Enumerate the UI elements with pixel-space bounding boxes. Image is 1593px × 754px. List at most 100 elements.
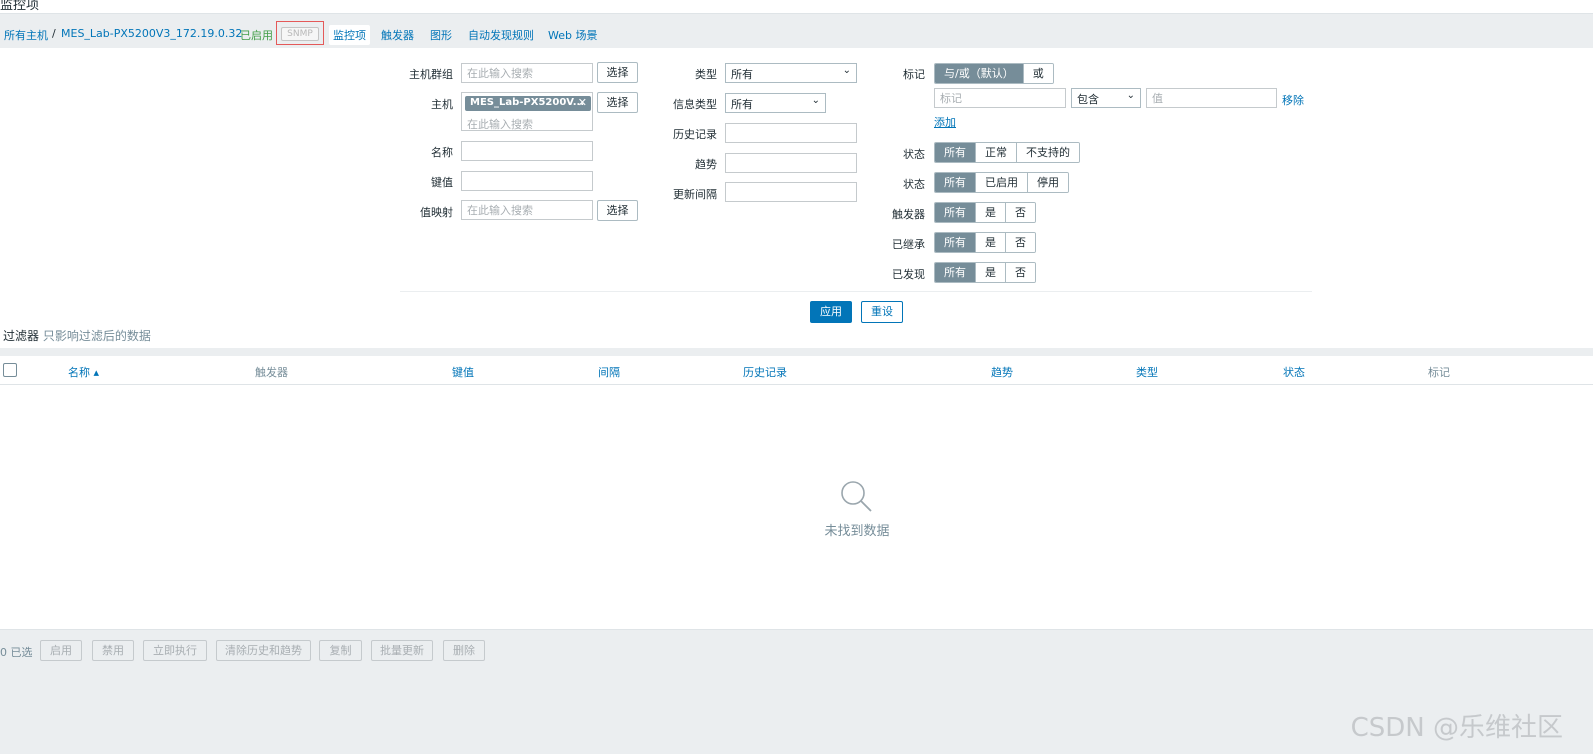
inherited-label: 已继承 (892, 238, 925, 251)
column-header-triggers: 触发器 (255, 366, 288, 379)
tag-operator-select[interactable]: 包含 ⌄ (1071, 88, 1141, 108)
breadcrumb-separator: / (52, 27, 56, 40)
discovered-toggle: 所有 是 否 (934, 262, 1036, 283)
table-header: 名称 ▴ 触发器 键值 间隔 历史记录 趋势 类型 状态 标记 (0, 356, 1593, 385)
selected-count: 0 已选 (0, 646, 33, 659)
chevron-down-icon: ⌄ (842, 65, 851, 76)
mass-update-button[interactable]: 批量更新 (371, 640, 433, 661)
trends-label: 趋势 (695, 158, 717, 171)
tags-label: 标记 (903, 68, 925, 81)
discovered-option-all[interactable]: 所有 (935, 263, 975, 282)
column-header-trends[interactable]: 趋势 (991, 364, 1013, 380)
nav-web-tab[interactable]: Web 场景 (548, 27, 597, 43)
nav-all-hosts-link[interactable]: 所有主机 (4, 27, 48, 43)
host-group-input[interactable] (461, 63, 593, 83)
host-chip: MES_Lab-PX5200V... ✕ (465, 96, 591, 111)
type-label: 类型 (695, 68, 717, 81)
status-option-disabled[interactable]: 停用 (1027, 173, 1068, 192)
column-header-key[interactable]: 键值 (452, 364, 474, 380)
host-search-placeholder[interactable]: 在此输入搜索 (467, 116, 533, 132)
state-label: 状态 (903, 148, 925, 161)
tag-remove-link[interactable]: 移除 (1282, 92, 1304, 108)
triggers-option-no[interactable]: 否 (1005, 203, 1035, 222)
host-group-select-button[interactable]: 选择 (597, 62, 638, 83)
watermark: CSDN @乐维社区 (1350, 713, 1563, 743)
valuemap-select-button[interactable]: 选择 (597, 200, 638, 221)
inherited-option-no[interactable]: 否 (1005, 233, 1035, 252)
name-label: 名称 (431, 146, 453, 159)
snmp-availability-badge: SNMP (281, 27, 319, 41)
info-type-select-value: 所有 (731, 98, 753, 111)
tags-or-option[interactable]: 或 (1022, 64, 1053, 83)
triggers-toggle: 所有 是 否 (934, 202, 1036, 223)
tags-mode-toggle: 与/或（默认） 或 (934, 63, 1054, 84)
key-input[interactable] (461, 171, 593, 191)
host-group-label: 主机群组 (409, 68, 453, 81)
chip-remove-icon[interactable]: ✕ (578, 96, 587, 109)
nav-graphs-tab[interactable]: 图形 (430, 27, 452, 43)
state-option-all[interactable]: 所有 (935, 143, 975, 162)
triggers-option-all[interactable]: 所有 (935, 203, 975, 222)
table-top-strip (0, 348, 1593, 356)
filter-subtitle: 只影响过滤后的数据 (42, 329, 151, 343)
tag-add-link[interactable]: 添加 (934, 114, 956, 130)
filter-divider (400, 291, 1312, 292)
nav-items-tab[interactable]: 监控项 (329, 25, 370, 45)
nav-host-link[interactable]: MES_Lab-PX5200V3_172.19.0.32 (61, 27, 242, 40)
state-option-unsupported[interactable]: 不支持的 (1016, 143, 1079, 162)
valuemap-input[interactable] (461, 200, 593, 220)
valuemap-label: 值映射 (420, 206, 453, 219)
inherited-toggle: 所有 是 否 (934, 232, 1036, 253)
interval-input[interactable] (725, 182, 857, 202)
clear-history-button[interactable]: 清除历史和趋势 (216, 640, 311, 661)
chevron-down-icon: ⌄ (1126, 90, 1135, 101)
status-option-all[interactable]: 所有 (935, 173, 975, 192)
host-navigation-bar: 所有主机 / MES_Lab-PX5200V3_172.19.0.32 已启用 … (0, 13, 1593, 48)
delete-button[interactable]: 删除 (443, 640, 485, 661)
column-header-type[interactable]: 类型 (1136, 364, 1158, 380)
discovered-label: 已发现 (892, 268, 925, 281)
history-input[interactable] (725, 123, 857, 143)
host-status-enabled[interactable]: 已启用 (240, 27, 273, 43)
column-header-interval[interactable]: 间隔 (598, 364, 620, 380)
discovered-option-no[interactable]: 否 (1005, 263, 1035, 282)
type-select[interactable]: 所有 ⌄ (725, 63, 857, 83)
tag-name-input[interactable] (934, 88, 1066, 108)
column-header-name[interactable]: 名称 ▴ (68, 364, 99, 380)
select-all-checkbox[interactable] (3, 363, 17, 377)
reset-button[interactable]: 重设 (861, 301, 903, 323)
host-multiselect[interactable]: MES_Lab-PX5200V... ✕ 在此输入搜索 (461, 92, 593, 131)
trends-input[interactable] (725, 153, 857, 173)
discovered-option-yes[interactable]: 是 (975, 263, 1005, 282)
nav-discovery-tab[interactable]: 自动发现规则 (468, 27, 534, 43)
history-label: 历史记录 (673, 128, 717, 141)
triggers-filter-label: 触发器 (892, 208, 925, 221)
triggers-option-yes[interactable]: 是 (975, 203, 1005, 222)
execute-now-button[interactable]: 立即执行 (143, 640, 207, 661)
page-title-strip: 监控项 (0, 0, 1593, 13)
host-select-button[interactable]: 选择 (597, 92, 638, 113)
chevron-down-icon: ⌄ (811, 95, 820, 106)
copy-button[interactable]: 复制 (319, 640, 362, 661)
state-option-normal[interactable]: 正常 (975, 143, 1016, 162)
disable-button[interactable]: 禁用 (92, 640, 134, 661)
name-input[interactable] (461, 141, 593, 161)
tags-andor-option[interactable]: 与/或（默认） (935, 64, 1023, 83)
inherited-option-all[interactable]: 所有 (935, 233, 975, 252)
status-option-enabled[interactable]: 已启用 (975, 173, 1027, 192)
info-type-select[interactable]: 所有 ⌄ (725, 93, 826, 113)
filter-title: 过滤器 (3, 329, 40, 343)
status-label: 状态 (903, 178, 925, 191)
inherited-option-yes[interactable]: 是 (975, 233, 1005, 252)
tag-operator-value: 包含 (1077, 93, 1099, 106)
column-header-status[interactable]: 状态 (1283, 364, 1305, 380)
column-header-tags: 标记 (1428, 366, 1450, 379)
apply-button[interactable]: 应用 (810, 301, 852, 323)
filter-tab[interactable]: 过滤器 只影响过滤后的数据 (3, 327, 151, 344)
info-type-label: 信息类型 (673, 98, 717, 111)
column-header-history[interactable]: 历史记录 (743, 364, 787, 380)
enable-button[interactable]: 启用 (40, 640, 82, 661)
nav-triggers-tab[interactable]: 触发器 (381, 27, 414, 43)
state-toggle: 所有 正常 不支持的 (934, 142, 1080, 163)
tag-value-input[interactable] (1146, 88, 1277, 108)
